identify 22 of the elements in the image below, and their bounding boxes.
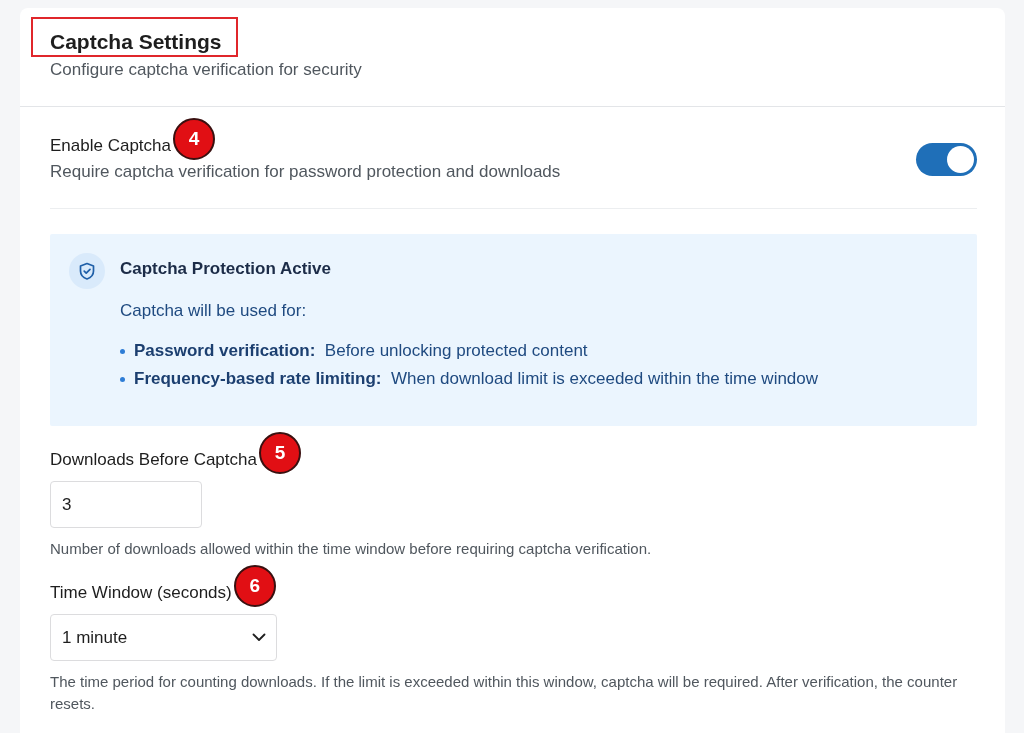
bullet-icon xyxy=(120,376,125,382)
field-label: Time Window (seconds) xyxy=(50,582,232,604)
info-list-item: Frequency-based rate limiting: When download limit is exceeded within the time window xyxy=(134,368,819,390)
info-intro: Captcha will be used for: xyxy=(120,300,308,322)
section-subtitle: Configure captcha verification for security xyxy=(50,59,363,81)
callout-marker: 5 xyxy=(258,432,301,474)
bullet-icon xyxy=(120,348,125,354)
toggle-switch[interactable] xyxy=(916,143,977,176)
field-label: Downloads Before Captcha xyxy=(50,449,257,471)
field-help-text: Number of downloads allowed within the time window before requiring captcha verification. xyxy=(50,539,653,559)
info-list-item: Password verification: Before unlocking protected content xyxy=(134,340,588,362)
callout-marker: 4 xyxy=(173,118,215,160)
field-help-text: The time period for counting downloads. If the limit is exceeded within this window, captcha will be required. After verification, the counter resets. xyxy=(50,672,959,714)
section-title: Captcha Settings xyxy=(50,29,222,55)
number-input[interactable]: 3 xyxy=(50,481,202,528)
shield-check-icon xyxy=(69,253,105,289)
time-window-select[interactable]: 1 minute xyxy=(50,614,277,661)
setting-description: Require captcha verification for password protection and downloads xyxy=(50,161,561,183)
callout-marker: 6 xyxy=(233,565,276,607)
chevron-down-icon xyxy=(252,633,266,642)
setting-label: Enable Captcha xyxy=(50,135,171,157)
info-title: Captcha Protection Active xyxy=(120,258,332,280)
